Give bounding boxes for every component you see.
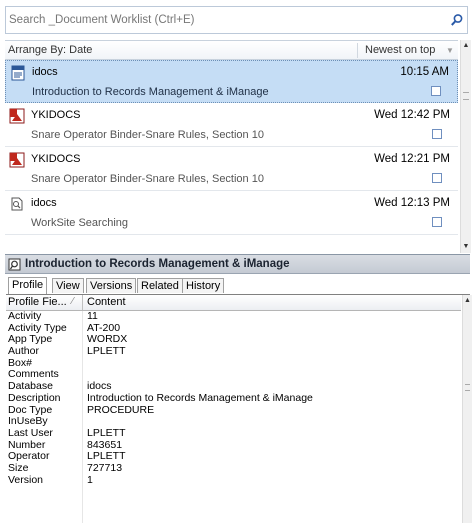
row-divider — [5, 190, 458, 191]
pdf-document-icon — [9, 152, 25, 168]
field-name: Description — [8, 392, 61, 404]
field-name: Last User — [8, 427, 53, 439]
field-value: Introduction to Records Management & iMa… — [87, 391, 313, 404]
flag-icon[interactable] — [432, 217, 442, 227]
outlook-worklist-window: Arrange By: Date Newest on top ▼ idocs 1… — [0, 0, 472, 523]
item-time: Wed 12:42 PM — [374, 109, 450, 121]
field-name: Box# — [8, 357, 32, 369]
scroll-down-icon[interactable]: ▼ — [461, 242, 471, 252]
item-title: Snare Operator Binder-Snare Rules, Secti… — [31, 129, 264, 141]
field-name: Size — [8, 462, 29, 474]
tab-versions[interactable]: Versions — [86, 278, 137, 293]
field-value: 727713 — [87, 461, 123, 474]
arrange-by-label[interactable]: Arrange By: Date — [8, 44, 92, 56]
search-icon[interactable] — [450, 13, 464, 27]
flag-icon[interactable] — [431, 86, 441, 96]
list-item[interactable]: YKIDOCS Wed 12:42 PM Snare Operator Bind… — [5, 104, 458, 147]
grid-scrollbar[interactable]: ▲ — [462, 295, 472, 523]
field-value: LPLETT — [87, 426, 126, 439]
scroll-up-icon[interactable]: ▲ — [461, 41, 471, 51]
field-name: Database — [8, 381, 53, 393]
flag-icon[interactable] — [432, 129, 442, 139]
item-title: Introduction to Records Management & iMa… — [32, 86, 269, 98]
table-row[interactable]: Doc Type PROCEDURE — [6, 403, 461, 417]
field-name: InUseBy — [8, 416, 48, 428]
table-row[interactable]: Version 1 — [6, 473, 461, 487]
field-value: 1 — [87, 473, 93, 486]
sort-order-label[interactable]: Newest on top — [365, 44, 435, 56]
scroll-grip-icon[interactable] — [463, 92, 469, 100]
row-divider — [5, 234, 458, 235]
list-item[interactable]: idocs 10:15 AM Introduction to Records M… — [5, 60, 458, 103]
item-title: Snare Operator Binder-Snare Rules, Secti… — [31, 173, 264, 185]
field-name: Operator — [8, 451, 50, 463]
column-header-field[interactable]: Profile Fie... — [8, 296, 67, 308]
item-author: YKIDOCS — [31, 153, 81, 165]
scroll-grip-icon[interactable] — [465, 384, 470, 391]
search-input[interactable] — [9, 12, 439, 28]
header-divider — [357, 43, 358, 58]
table-row[interactable]: Last User LPLETT — [6, 426, 461, 440]
table-row[interactable]: Size 727713 — [6, 461, 461, 475]
table-row[interactable]: Author LPLETT — [6, 345, 461, 358]
field-value: 11 — [87, 310, 98, 322]
profile-grid: Profile Fie... ⁄ Content Activity 11 Acti… — [6, 295, 461, 523]
sort-arrow-icon[interactable]: ▼ — [446, 46, 454, 55]
field-name: Comments — [8, 369, 59, 381]
field-value: PROCEDURE — [87, 403, 155, 416]
tab-profile[interactable]: Profile — [8, 277, 48, 294]
document-worklist: idocs 10:15 AM Introduction to Records M… — [5, 60, 458, 253]
item-time: Wed 12:21 PM — [374, 153, 450, 165]
tab-history[interactable]: History — [182, 278, 225, 293]
list-scrollbar[interactable]: ▲ ▼ — [460, 40, 471, 253]
list-item[interactable]: YKIDOCS Wed 12:21 PM Snare Operator Bind… — [5, 148, 458, 191]
sort-icon: ⁄ — [72, 296, 74, 307]
field-name: Number — [8, 439, 46, 451]
list-item[interactable]: idocs Wed 12:13 PM WorkSite Searching — [5, 192, 458, 235]
field-name: App Type — [8, 334, 53, 346]
item-author: YKIDOCS — [31, 109, 81, 121]
search-box[interactable] — [5, 6, 468, 34]
item-time: Wed 12:13 PM — [374, 197, 450, 209]
grid-rows: Activity 11 Activity Type AT-200 App Type W… — [6, 310, 461, 487]
table-row[interactable]: Activity Type AT-200 — [6, 322, 461, 335]
preview-title: Introduction to Records Management & iMa… — [25, 258, 290, 270]
table-row[interactable]: Comments — [6, 369, 461, 381]
table-row[interactable]: Operator LPLETT — [6, 451, 461, 463]
field-name: Author — [8, 346, 39, 358]
row-divider — [5, 146, 458, 147]
field-name: Activity Type — [8, 322, 67, 334]
column-divider[interactable] — [82, 295, 83, 310]
item-author: idocs — [31, 197, 57, 209]
field-value: LPLETT — [87, 345, 126, 358]
field-name: Activity — [8, 311, 42, 322]
tab-view[interactable]: View — [52, 278, 84, 293]
table-row[interactable]: Number 843651 — [6, 439, 461, 452]
document-profile-icon — [8, 258, 21, 271]
table-row[interactable]: Box# — [6, 358, 461, 370]
field-name: Doc Type — [8, 404, 53, 416]
table-row[interactable]: Activity 11 — [6, 310, 461, 323]
column-header-content[interactable]: Content — [87, 296, 126, 308]
word-document-icon — [11, 65, 25, 81]
preview-header: Introduction to Records Management & iMa… — [5, 254, 470, 274]
item-author: idocs — [32, 66, 58, 78]
flag-icon[interactable] — [432, 173, 442, 183]
table-row[interactable]: App Type WORDX — [6, 334, 461, 346]
table-row[interactable]: InUseBy — [6, 416, 461, 428]
arrange-by-header: Arrange By: Date Newest on top ▼ — [5, 40, 458, 60]
item-time: 10:15 AM — [400, 66, 449, 78]
preview-tabs: Profile View Versions Related History — [6, 276, 470, 295]
scroll-up-icon[interactable]: ▲ — [463, 297, 472, 304]
search-document-icon — [11, 197, 23, 211]
grid-header: Profile Fie... ⁄ Content — [6, 295, 461, 311]
field-name: Version — [8, 474, 44, 486]
item-title: WorkSite Searching — [31, 217, 129, 229]
table-row[interactable]: Description Introduction to Records Manag… — [6, 391, 461, 405]
tab-related[interactable]: Related — [137, 278, 183, 293]
pdf-document-icon — [9, 108, 25, 124]
